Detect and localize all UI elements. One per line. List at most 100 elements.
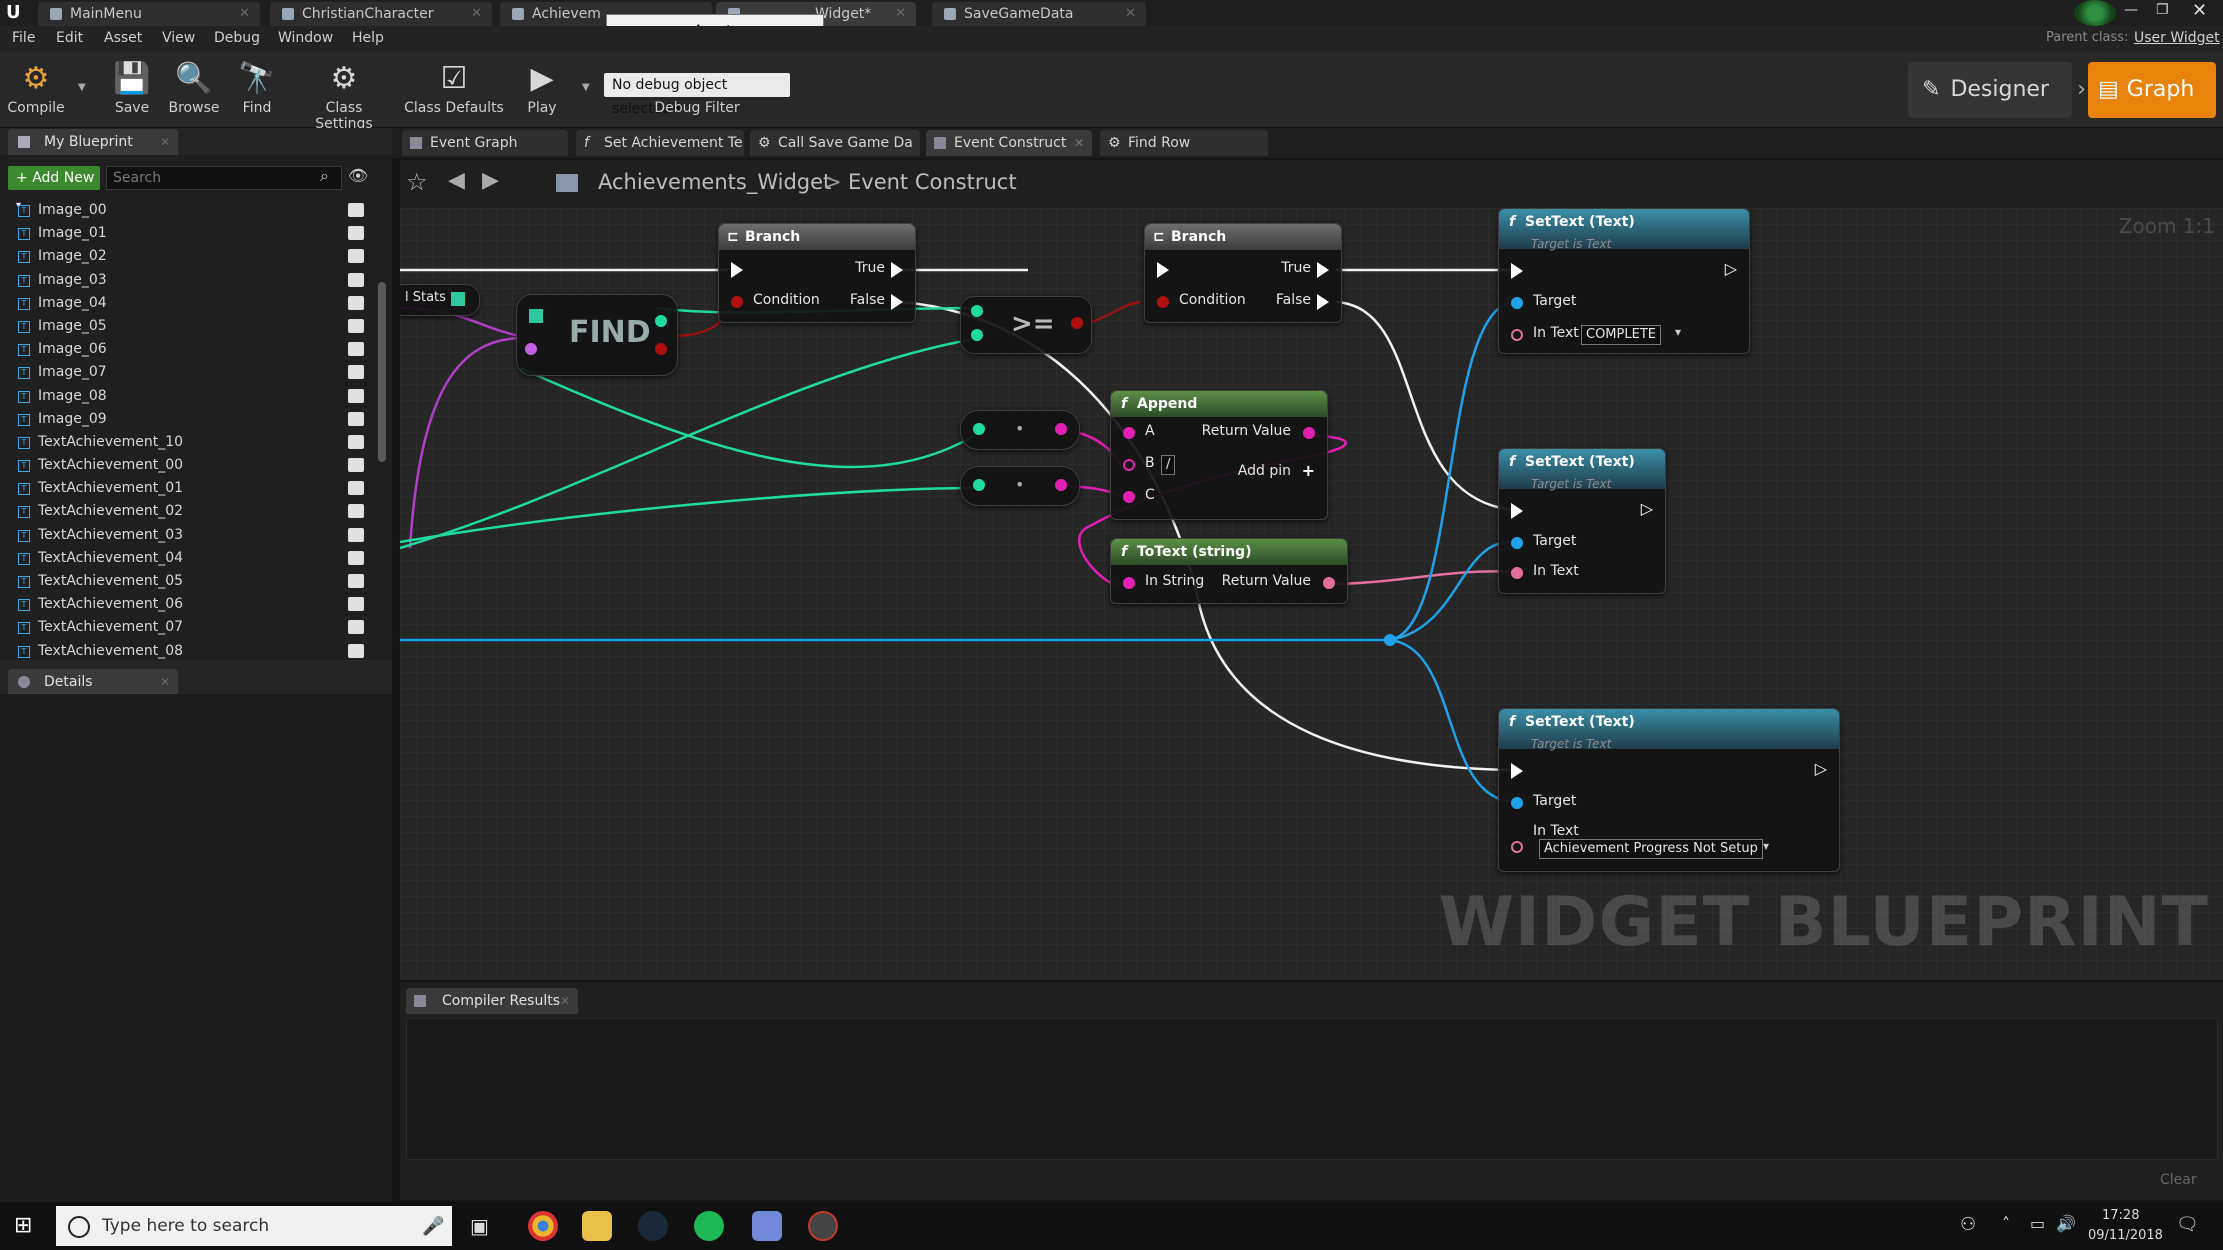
tab-event-graph[interactable]: Event Graph [402, 130, 568, 156]
condition-pin[interactable] [1157, 296, 1169, 308]
in-text-value[interactable]: Achievement Progress Not Setup [1539, 839, 1763, 859]
settext-node-2[interactable]: f SetText (Text) Target is Text ▷ Target I… [1498, 448, 1666, 594]
compile-options-dropdown[interactable]: ▼ [78, 82, 86, 93]
is-variable-toggle-icon[interactable] [348, 365, 364, 380]
close-icon[interactable]: ✕ [471, 2, 482, 26]
target-pin[interactable] [1511, 297, 1523, 309]
is-variable-toggle-icon[interactable] [348, 597, 364, 612]
string-pin-b[interactable] [1123, 459, 1135, 471]
close-icon[interactable]: ✕ [239, 2, 250, 26]
close-button[interactable]: ✕ [2192, 0, 2207, 21]
view-options-icon[interactable]: 👁 [348, 166, 368, 185]
task-view-icon[interactable]: ▣ [470, 1214, 489, 1238]
settext-node-1[interactable]: f SetText (Text) Target is Text ▷ Target I… [1498, 208, 1750, 354]
variable-item[interactable]: T Image_04 [6, 292, 370, 315]
is-variable-toggle-icon[interactable] [348, 203, 364, 217]
string-output-pin[interactable] [1055, 423, 1067, 435]
exec-input-pin[interactable] [1511, 763, 1523, 779]
search-input[interactable]: Search [106, 166, 342, 190]
variable-item[interactable]: T Image_08 [6, 385, 370, 408]
doc-tab-christiancharacter[interactable]: ChristianCharacter ✕ [270, 2, 492, 26]
exec-true-pin[interactable] [891, 262, 903, 278]
is-variable-toggle-icon[interactable] [348, 226, 364, 241]
scrollbar[interactable] [378, 282, 386, 462]
variable-item[interactable]: T Image_01 [6, 222, 370, 245]
tab-my-blueprint[interactable]: My Blueprint ✕ [8, 129, 178, 155]
is-variable-toggle-icon[interactable] [348, 272, 364, 287]
chrome-icon[interactable] [528, 1211, 558, 1241]
tab-set-achievement-text[interactable]: f Set Achievement Te [576, 130, 744, 156]
is-variable-toggle-icon[interactable] [348, 550, 364, 565]
int-input-pin-b[interactable] [971, 329, 983, 341]
microphone-icon[interactable]: 🎤 [422, 1216, 444, 1237]
menu-edit[interactable]: Edit [56, 30, 83, 46]
is-variable-toggle-icon[interactable] [348, 295, 364, 310]
menu-help[interactable]: Help [352, 30, 384, 46]
is-variable-toggle-icon[interactable] [348, 249, 364, 264]
int-to-string-node[interactable]: • [960, 466, 1080, 506]
add-pin-icon[interactable]: + [1302, 461, 1315, 480]
save-button[interactable]: 💾 Save [104, 58, 160, 124]
clock-time[interactable]: 17:28 [2102, 1208, 2139, 1223]
target-pin[interactable] [1511, 537, 1523, 549]
branch-node-2[interactable]: ⊏ Branch True Condition False [1144, 223, 1342, 323]
variable-item[interactable]: T TextAchievement_07 [6, 616, 370, 639]
graph-mode-button[interactable]: ▤ Graph [2088, 62, 2216, 118]
graph-canvas[interactable]: Zoom 1:1 WIDGET BLUEPRINT l Stats FIND ⊏… [400, 208, 2223, 980]
clock-date[interactable]: 09/11/2018 [2088, 1228, 2163, 1243]
exec-true-pin[interactable] [1317, 262, 1329, 278]
string-pin-a[interactable] [1123, 427, 1135, 439]
variable-item[interactable]: T TextAchievement_00 [6, 454, 370, 477]
branch-node-1[interactable]: ⊏ Branch True Condition False [718, 223, 916, 323]
variable-item[interactable]: T TextAchievement_08 [6, 640, 370, 661]
find-node[interactable]: FIND [516, 294, 678, 376]
parent-class-link[interactable]: User Widget [2134, 30, 2220, 46]
int-input-pin[interactable] [973, 479, 985, 491]
windows-start-icon[interactable]: ⊞ [14, 1214, 38, 1238]
in-text-pin[interactable] [1511, 841, 1523, 853]
play-options-dropdown[interactable]: ▼ [582, 82, 590, 93]
menu-view[interactable]: View [162, 30, 195, 46]
exec-output-outline-icon[interactable]: ▷ [1725, 259, 1737, 278]
close-icon[interactable]: ✕ [895, 2, 906, 26]
is-variable-toggle-icon[interactable] [348, 504, 364, 519]
string-return-pin[interactable] [1303, 427, 1315, 439]
is-variable-toggle-icon[interactable] [348, 342, 364, 357]
notification-icon[interactable] [2074, 0, 2116, 26]
is-variable-toggle-icon[interactable] [348, 527, 364, 542]
int-to-string-node[interactable]: • [960, 410, 1080, 450]
variable-item[interactable]: T Image_00 [6, 199, 370, 222]
exec-false-pin[interactable] [891, 294, 903, 310]
debug-object-select[interactable]: No debug object selected ▾ [604, 73, 790, 117]
is-variable-toggle-icon[interactable] [348, 643, 364, 658]
people-icon[interactable]: ⚇ [1960, 1214, 1976, 1235]
string-pin-b-value[interactable]: / [1161, 455, 1176, 475]
menu-file[interactable]: File [12, 30, 35, 46]
condition-pin[interactable] [731, 296, 743, 308]
is-variable-toggle-icon[interactable] [348, 458, 364, 473]
menu-debug[interactable]: Debug [214, 30, 260, 46]
string-pin-c[interactable] [1123, 491, 1135, 503]
variable-item[interactable]: T Image_05 [6, 315, 370, 338]
is-variable-toggle-icon[interactable] [348, 388, 364, 403]
text-return-pin[interactable] [1323, 577, 1335, 589]
volume-icon[interactable]: 🔊 [2056, 1214, 2076, 1233]
search-icon[interactable]: ⌕ [320, 166, 329, 186]
browse-button[interactable]: 🔍 Browse [164, 58, 224, 124]
variable-item[interactable]: T TextAchievement_06 [6, 593, 370, 616]
in-text-value[interactable]: COMPLETE [1581, 325, 1661, 345]
string-input-pin[interactable] [1123, 577, 1135, 589]
is-variable-toggle-icon[interactable] [348, 481, 364, 496]
close-icon[interactable]: ✕ [560, 988, 570, 1014]
taskbar-search-input[interactable]: Type here to search [56, 1206, 452, 1246]
tab-compiler-results[interactable]: Compiler Results ✕ [406, 988, 578, 1014]
menu-asset[interactable]: Asset [104, 30, 142, 46]
breadcrumb-widget[interactable]: Achievements_Widget [598, 170, 831, 194]
breadcrumb-graph[interactable]: Event Construct [848, 170, 1017, 194]
class-defaults-button[interactable]: ☑ Class Defaults [404, 58, 504, 124]
file-explorer-icon[interactable] [582, 1211, 612, 1241]
steam-icon[interactable] [638, 1211, 668, 1241]
is-variable-toggle-icon[interactable] [348, 574, 364, 588]
variable-item[interactable]: T Image_07 [6, 361, 370, 384]
minimize-button[interactable]: — [2124, 2, 2138, 18]
